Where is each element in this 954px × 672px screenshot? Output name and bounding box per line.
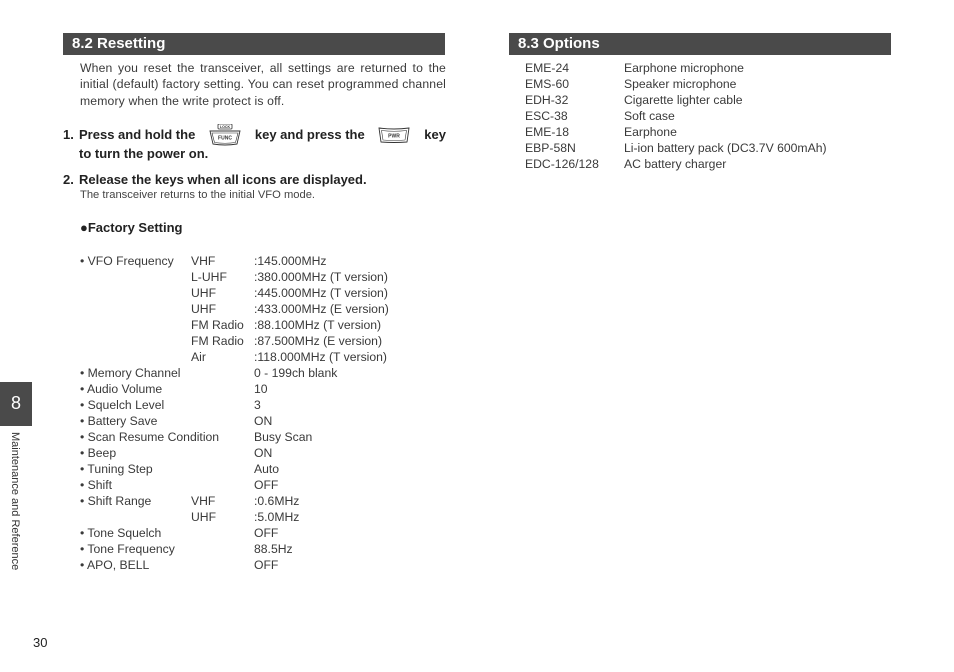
setting-band: L-UHF (191, 270, 227, 284)
setting-band: UHF (191, 510, 217, 524)
step-2: 2. Release the keys when all icons are di… (63, 172, 446, 188)
setting-value: OFF (254, 478, 279, 492)
pwr-key-icon: PWR (377, 126, 411, 144)
setting-name: • VFO Frequency (80, 254, 174, 268)
section-header-options: 8.3 Options (509, 33, 891, 55)
setting-value: 10 (254, 382, 268, 396)
chapter-tab: 8 (0, 382, 32, 426)
setting-value: :380.000MHz (T version) (254, 270, 388, 284)
option-model: EBP-58N (525, 141, 576, 155)
intro-paragraph: When you reset the transceiver, all sett… (80, 61, 446, 108)
option-description: Speaker microphone (624, 77, 737, 91)
section-title: 8.2 Resetting (72, 35, 166, 52)
setting-band: UHF (191, 302, 217, 316)
setting-band: VHF (191, 254, 216, 268)
setting-value: :87.500MHz (E version) (254, 334, 383, 348)
pwr-key-label: PWR (389, 134, 401, 140)
option-description: Cigarette lighter cable (624, 93, 743, 107)
func-key-icon: LOCK FUNC (208, 124, 242, 146)
setting-band: UHF (191, 286, 217, 300)
option-description: AC battery charger (624, 157, 727, 171)
setting-name: • Shift Range (80, 494, 152, 508)
chapter-label: Maintenance and Reference (9, 432, 21, 571)
setting-value: :118.000MHz (T version) (254, 350, 387, 364)
setting-name: • Audio Volume (80, 382, 163, 396)
setting-name: • Memory Channel (80, 366, 181, 380)
option-model: ESC-38 (525, 109, 568, 123)
setting-value: :145.000MHz (254, 254, 327, 268)
step-text-line2: to turn the power on. (79, 146, 209, 161)
setting-value: Auto (254, 462, 280, 476)
option-model: EDH-32 (525, 93, 569, 107)
step-text: Press and hold the (79, 127, 196, 142)
step-text: key and press the (254, 127, 365, 142)
setting-value: :5.0MHz (254, 510, 300, 524)
setting-name: • Beep (80, 446, 117, 460)
option-description: Li-ion battery pack (DC3.7V 600mAh) (624, 141, 827, 155)
step-2-note: The transceiver returns to the initial V… (80, 189, 316, 201)
setting-value: ON (254, 414, 273, 428)
setting-name: • Tone Squelch (80, 526, 162, 540)
setting-name: • Tuning Step (80, 462, 153, 476)
setting-name: • Squelch Level (80, 398, 165, 412)
option-description: Soft case (624, 109, 675, 123)
setting-value: :0.6MHz (254, 494, 300, 508)
step-text: key (424, 127, 446, 142)
option-model: EDC-126/128 (525, 157, 599, 171)
func-key-sublabel: LOCK (220, 125, 231, 129)
setting-value: 88.5Hz (254, 542, 293, 556)
setting-value: OFF (254, 558, 279, 572)
setting-value: :445.000MHz (T version) (254, 286, 388, 300)
step-number: 1. (63, 127, 74, 142)
option-description: Earphone microphone (624, 61, 744, 75)
setting-value: 0 - 199ch blank (254, 366, 338, 380)
setting-name: • APO, BELL (80, 558, 150, 572)
option-model: EME-18 (525, 125, 570, 139)
page-number: 30 (33, 635, 48, 650)
section-title: 8.3 Options (518, 35, 600, 52)
setting-name: • Shift (80, 478, 113, 492)
setting-band: FM Radio (191, 334, 244, 348)
chapter-number: 8 (10, 393, 21, 413)
step-text: Release the keys when all icons are disp… (79, 172, 367, 187)
setting-name: • Scan Resume Condition (80, 430, 220, 444)
setting-band: FM Radio (191, 318, 244, 332)
step-number: 2. (63, 172, 74, 187)
factory-setting-title: ●Factory Setting (80, 220, 183, 235)
setting-value: Busy Scan (254, 430, 313, 444)
setting-band: Air (191, 350, 206, 364)
option-model: EME-24 (525, 61, 570, 75)
section-header-resetting: 8.2 Resetting (63, 33, 445, 55)
setting-value: OFF (254, 526, 279, 540)
option-description: Earphone (624, 125, 677, 139)
setting-value: 3 (254, 398, 261, 412)
setting-band: VHF (191, 494, 216, 508)
step-1: 1. Press and hold the LOCK FUNC key and p… (63, 124, 446, 162)
setting-value: :88.100MHz (T version) (254, 318, 382, 332)
setting-value: :433.000MHz (E version) (254, 302, 389, 316)
func-key-label: FUNC (218, 136, 232, 142)
setting-name: • Battery Save (80, 414, 158, 428)
option-model: EMS-60 (525, 77, 570, 91)
setting-value: ON (254, 446, 273, 460)
setting-name: • Tone Frequency (80, 542, 175, 556)
